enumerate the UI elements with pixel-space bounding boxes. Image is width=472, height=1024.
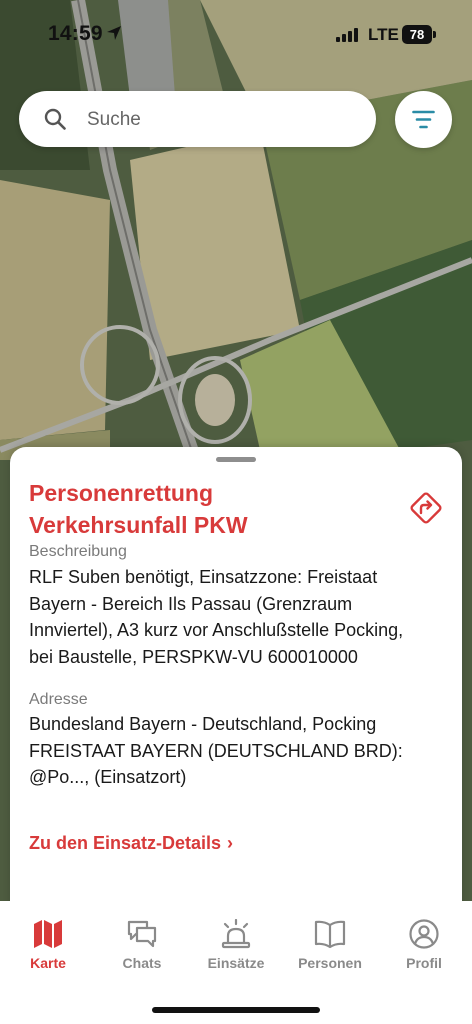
description-text: RLF Suben benötigt, Einsatzzone: Freista… [29,564,449,670]
incident-title: Personenrettung Verkehrsunfall PKW [29,477,399,541]
tab-chats[interactable]: Chats [102,919,182,971]
route-icon[interactable] [409,491,443,525]
chat-icon [127,920,157,948]
battery-tip [433,31,436,38]
tab-label: Chats [122,955,162,971]
map-icon [34,920,62,948]
incident-details-link[interactable]: Zu den Einsatz-Details › [29,833,233,854]
search-input[interactable] [85,99,359,141]
home-indicator [152,1007,320,1013]
status-bar: 14:59 LTE 78 [0,0,472,70]
book-icon [314,920,346,949]
tab-label: Karte [30,955,66,971]
address-label: Adresse [29,691,88,708]
address-text: Bundesland Bayern - Deutschland, Pocking… [29,711,449,791]
profile-icon [409,919,439,949]
tab-karte[interactable]: Karte [8,919,88,971]
tab-einsaetze[interactable]: Einsätze [196,919,276,971]
tab-label: Einsätze [207,955,265,971]
tab-bar: Karte Chats Einsätze Personen Profil [0,901,472,1024]
incident-title-line1: Personenrettung [29,480,214,506]
description-line: RLF Suben benötigt, Einsatzzone: Freista… [29,567,378,587]
tab-profil[interactable]: Profil [384,919,464,971]
address-line: Bundesland Bayern - Deutschland, Pocking [29,714,377,734]
signal-icon [336,28,358,42]
description-line: Innviertel), A3 kurz vor Anschlußstelle … [29,620,404,640]
incident-title-line2: Verkehrsunfall PKW [29,512,248,538]
battery-indicator: 78 [402,25,432,44]
tab-label: Personen [298,955,362,971]
tab-label: Profil [406,955,442,971]
tab-personen[interactable]: Personen [290,919,370,971]
incident-details-label: Zu den Einsatz-Details [29,833,222,853]
search-icon [44,108,66,130]
address-line: @Po..., (Einsatzort) [29,767,187,787]
description-label: Beschreibung [29,543,127,560]
filter-icon [412,110,435,129]
filter-button[interactable] [395,91,452,148]
location-arrow-icon [107,26,121,40]
description-line: bei Baustelle, PERSPKW-VU 600010000 [29,646,358,667]
siren-icon [221,919,251,949]
status-time: 14:59 [48,22,103,45]
description-line: Bayern - Bereich Ils Passau (Grenzraum [29,593,353,614]
search-bar[interactable] [19,91,376,147]
incident-sheet: Personenrettung Verkehrsunfall PKW Besch… [10,447,462,917]
chevron-right-icon: › [227,833,234,853]
sheet-grabber[interactable] [216,457,256,462]
address-line: FREISTAAT BAYERN (DEUTSCHLAND BRD): [29,740,403,761]
network-type: LTE [368,25,399,44]
